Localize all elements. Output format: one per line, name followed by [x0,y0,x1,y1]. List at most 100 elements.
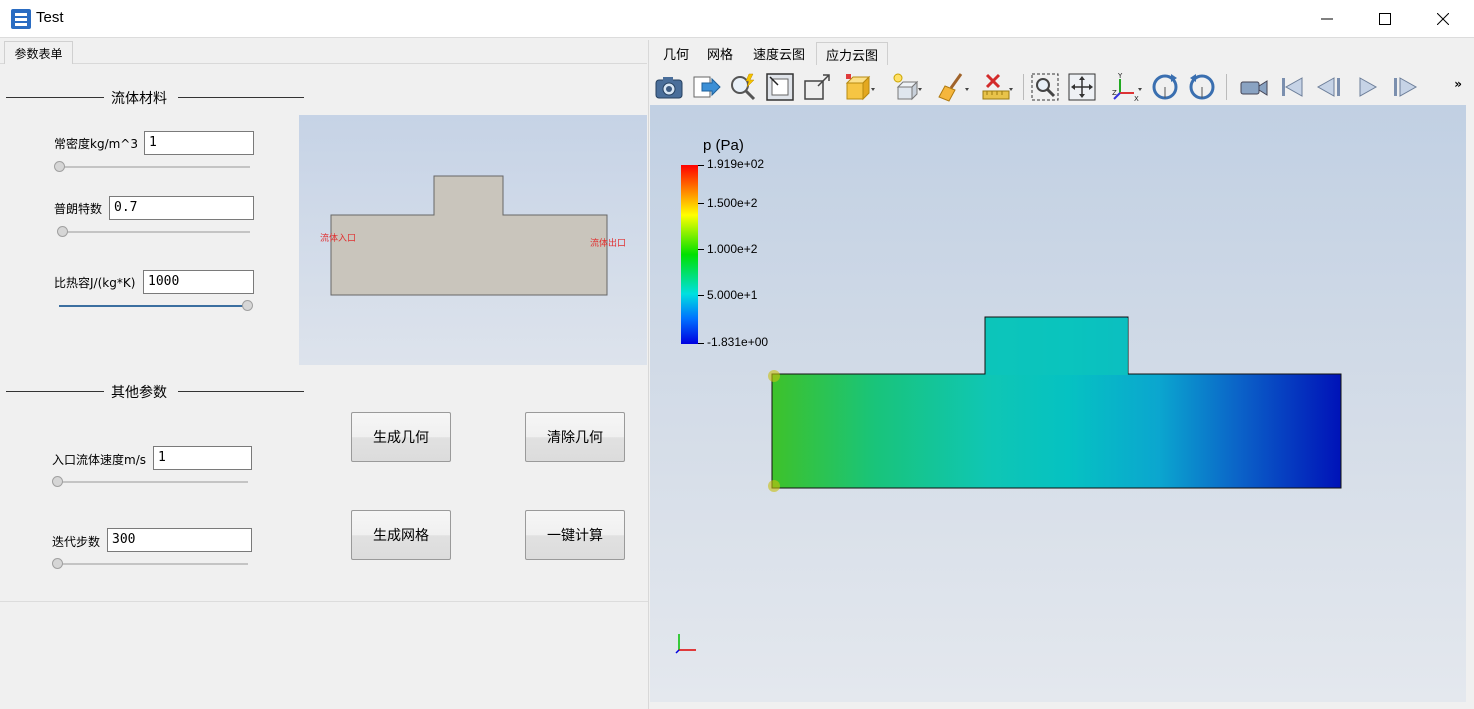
reset-camera-icon [766,73,794,101]
prandtl-slider-handle[interactable] [57,226,68,237]
rotate-ccw-button[interactable] [1186,71,1218,103]
first-frame-button[interactable] [1276,71,1308,103]
group-divider [6,97,104,98]
prandtl-slider-track[interactable] [62,231,250,233]
group-divider [178,391,304,392]
pick-button[interactable] [727,71,759,103]
svg-text:X: X [1134,95,1139,103]
parameter-panel: 流体材料 常密度kg/m^3 1 普朗特数 0.7 比热容J/(kg*K) 10… [0,65,649,709]
fluid-material-title: 流体材料 [111,91,167,107]
zoom-data-button[interactable] [801,71,833,103]
inlet-velocity-slider-track[interactable] [57,481,248,483]
maximize-button[interactable] [1356,0,1414,38]
next-frame-icon [1394,77,1418,97]
play-button[interactable] [1351,71,1383,103]
window-title: Test [36,9,64,26]
density-label: 常密度kg/m^3 [54,137,138,151]
tab-velocity-contour[interactable]: 速度云图 [742,42,816,65]
specific-heat-slider-handle[interactable] [242,300,253,311]
geometry-sketch: 流体入口 流体出口 [320,175,626,296]
video-camera-icon [1240,80,1268,96]
iterations-label: 迭代步数 [52,535,101,549]
rotate-cw-icon [1152,74,1178,100]
fit-icon [1068,73,1096,101]
delete-ruler-icon [982,73,1013,100]
generate-mesh-button[interactable]: 生成网格 [351,510,451,560]
prev-frame-icon [1316,77,1340,97]
prandtl-input[interactable]: 0.7 [109,196,254,220]
inlet-velocity-slider-handle[interactable] [52,476,63,487]
density-slider-handle[interactable] [54,161,65,172]
other-params-title: 其他参数 [111,385,167,401]
outlet-label: 流体出口 [590,237,626,249]
representation-button[interactable] [843,71,875,103]
fluid-domain-shape [330,175,608,296]
iterations-input[interactable]: 300 [107,528,252,552]
panel-divider [0,601,649,602]
prev-frame-button[interactable] [1314,71,1346,103]
next-frame-button[interactable] [1388,71,1420,103]
prandtl-label: 普朗特数 [54,202,103,216]
inlet-velocity-label: 入口流体速度m/s [52,453,146,467]
zoom-data-icon [804,74,830,100]
zoom-box-icon [1031,73,1059,101]
inlet-velocity-input[interactable]: 1 [153,446,252,470]
screenshot-button[interactable] [653,71,685,103]
tab-parameter-form[interactable]: 参数表单 [4,41,73,64]
zoom-box-button[interactable] [1029,71,1061,103]
specific-heat-label: 比热容J/(kg*K) [54,276,136,290]
first-frame-icon [1282,77,1303,97]
viewport-frame [1466,105,1472,702]
play-icon [1359,77,1378,97]
broom-icon [938,73,969,102]
view-toolbar: Y X Z » [650,67,1472,105]
rotate-cw-button[interactable] [1149,71,1181,103]
inlet-label: 流体入口 [320,232,356,244]
pick-icon [731,73,756,101]
pressure-field-branch [986,318,1128,375]
orientation-axes [675,634,696,654]
clear-button[interactable] [937,71,969,103]
generate-geometry-button[interactable]: 生成几何 [351,412,451,462]
left-tab-bar: 参数表单 [0,40,647,64]
group-divider [6,391,104,392]
iterations-slider-track[interactable] [57,563,248,565]
close-button[interactable] [1414,0,1472,38]
render-viewport[interactable]: p (Pa) 1.919e+02 1.500e+2 1.000e+2 5.000… [650,105,1466,702]
representation-icon [845,74,875,101]
geometry-preview: 流体入口 流体出口 [299,115,647,365]
fit-view-button[interactable] [1066,71,1098,103]
view-tab-bar: 几何 网格 速度云图 应力云图 [650,40,1472,65]
minimize-button[interactable] [1298,0,1356,38]
svg-text:Z: Z [1112,89,1117,97]
export-button[interactable] [690,71,722,103]
specific-heat-slider-track[interactable] [59,305,249,307]
tab-mesh[interactable]: 网格 [698,42,742,65]
rotate-ccw-icon [1189,74,1215,100]
compute-button[interactable]: 一键计算 [525,510,625,560]
specific-heat-input[interactable]: 1000 [143,270,254,294]
tab-stress-contour[interactable]: 应力云图 [816,42,888,65]
axes-button[interactable]: Y X Z [1110,71,1142,103]
density-slider-track[interactable] [59,166,250,168]
clear-geometry-button[interactable]: 清除几何 [525,412,625,462]
density-input[interactable]: 1 [144,131,254,155]
iterations-slider-handle[interactable] [52,558,63,569]
toolbar-overflow-button[interactable]: » [1454,77,1462,91]
title-bar[interactable]: Test [0,0,1474,38]
toolbar-separator [1023,74,1024,100]
pressure-contour-plot [675,316,1342,654]
toolbar-separator [1226,74,1227,100]
minimize-icon [1321,18,1333,20]
lighting-icon [893,73,922,101]
lighting-button[interactable] [890,71,922,103]
axes-icon: Y X Z [1112,72,1142,103]
maximize-icon [1379,13,1391,25]
tab-geometry[interactable]: 几何 [654,42,698,65]
splitter-handle[interactable] [648,40,649,709]
record-button[interactable] [1238,71,1270,103]
viewport-frame [650,702,1472,709]
export-icon [693,76,721,98]
reset-camera-button[interactable] [764,71,796,103]
delete-ruler-button[interactable] [981,71,1013,103]
